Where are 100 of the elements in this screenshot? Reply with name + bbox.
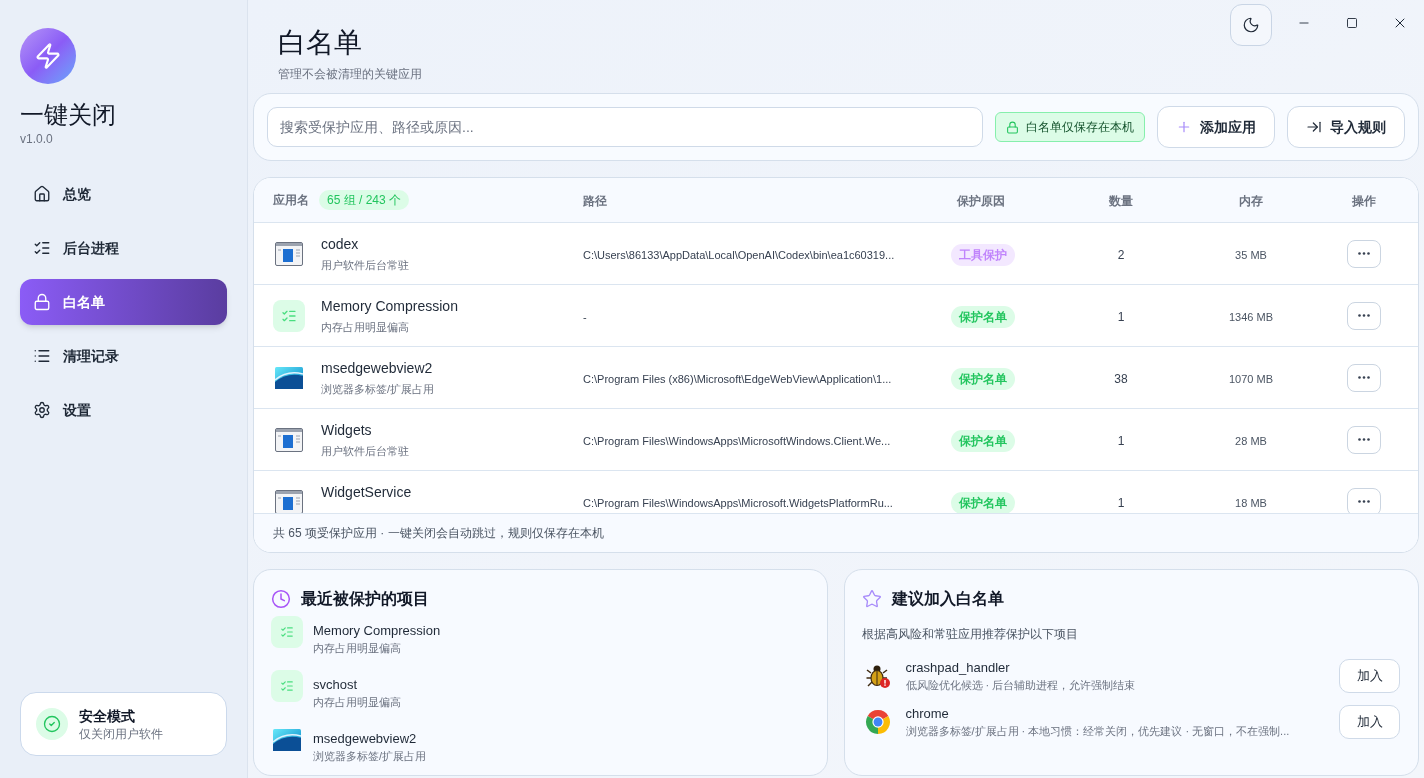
count-text: 1: [1117, 495, 1125, 510]
search-field[interactable]: 搜索受保护应用、路径或原因...: [267, 107, 983, 147]
column-header: 数量: [1109, 194, 1133, 208]
path-text: C:\Program Files\WindowsApps\MicrosoftWindows.Client.We...: [583, 434, 891, 447]
count-text: 1: [1117, 309, 1125, 324]
protection-tag: 保护名单: [951, 305, 1015, 328]
safe-mode-subtitle: 仅关闭用户软件: [79, 726, 163, 742]
more-icon: [1358, 376, 1370, 379]
app-description: 用户软件后台常驻: [321, 443, 409, 459]
memory-text: 1070 MB: [1229, 372, 1273, 385]
clock-icon: [271, 589, 291, 609]
item-description: 低风险优化候选 · 后台辅助进程，允许强制结束: [905, 678, 1136, 693]
nav-item[interactable]: 设置: [20, 387, 227, 433]
browser-icon: [864, 709, 891, 735]
item-name: svchost: [313, 676, 358, 693]
item-name: chrome: [905, 705, 949, 723]
more-button[interactable]: [1347, 363, 1381, 392]
count-text: 2: [1117, 247, 1125, 262]
moon-icon: [1242, 16, 1260, 34]
import-rules-button[interactable]: 导入规则: [1287, 106, 1405, 148]
lock-icon: [1006, 120, 1019, 134]
memory-text: 35 MB: [1235, 248, 1267, 261]
item-description: 浏览器多标签/扩展占用 · 本地习惯：经常关闭，优先建议 · 无窗口，不在强制...: [905, 724, 1290, 739]
more-icon: [1358, 438, 1370, 441]
more-icon: [1358, 500, 1370, 503]
maximize-icon[interactable]: [1346, 17, 1358, 29]
panel-subtitle: 根据高风险和常驻应用推荐保护以下项目: [861, 627, 1078, 641]
app-title: 一键关闭: [20, 100, 116, 130]
path-text: C:\Program Files\WindowsApps\Microsoft.WidgetsPlatformRu...: [583, 496, 893, 509]
add-app-button[interactable]: 添加应用: [1157, 106, 1275, 148]
item-description: 浏览器多标签/扩展占用: [313, 749, 427, 764]
app-name: WidgetService: [321, 482, 412, 501]
list-icon: [33, 347, 51, 365]
column-header: 应用名: [273, 192, 309, 208]
import-arrow-icon: [1306, 119, 1322, 135]
app-name: Memory Compression: [321, 296, 458, 315]
panel-title: 建议加入白名单: [891, 589, 1004, 609]
checklist-icon: [33, 239, 51, 257]
checklist-icon: [273, 299, 305, 332]
memory-text: 28 MB: [1235, 434, 1267, 447]
home-icon: [33, 185, 51, 203]
count-text: 38: [1114, 371, 1128, 386]
app-name: msedgewebview2: [321, 358, 433, 377]
nav-item[interactable]: 清理记录: [20, 333, 227, 379]
version-text: v1.0.0: [20, 131, 53, 147]
star-icon: [861, 589, 882, 609]
settings-icon: [33, 401, 51, 419]
add-to-whitelist-button[interactable]: 加入: [1339, 659, 1400, 693]
table-footer-text: 共 65 项受保护应用 · 一键关闭会自动跳过，规则仅保存在本机: [273, 525, 604, 541]
checklist-icon: [271, 670, 303, 702]
app-window-icon: [275, 241, 303, 266]
panel-title: 最近被保护的项目: [301, 589, 429, 609]
plus-icon: [1176, 119, 1192, 135]
more-button[interactable]: [1347, 239, 1381, 268]
wave-icon: [273, 729, 301, 751]
app-name: Widgets: [321, 420, 372, 439]
item-description: 内存占用明显偏高: [313, 641, 401, 656]
item-name: crashpad_handler: [905, 659, 1010, 677]
nav-item[interactable]: 白名单: [20, 279, 227, 325]
bolt-logo-icon: [20, 28, 76, 84]
column-header: 路径: [583, 194, 607, 208]
nav-item[interactable]: 总览: [20, 171, 227, 217]
path-text: -: [583, 310, 587, 323]
app-description: 浏览器多标签/扩展占用: [321, 381, 435, 397]
page-subtitle: 管理不会被清理的关键应用: [278, 66, 422, 82]
theme-toggle-button[interactable]: [1230, 4, 1272, 46]
wave-icon: [275, 366, 303, 389]
more-button[interactable]: [1347, 487, 1381, 513]
item-description: 内存占用明显偏高: [313, 695, 401, 710]
memory-text: 18 MB: [1235, 496, 1267, 509]
more-button[interactable]: [1347, 425, 1381, 454]
safe-mode-title: 安全模式: [79, 707, 136, 726]
protection-tag: 保护名单: [951, 491, 1015, 513]
more-icon: [1358, 314, 1370, 317]
path-text: C:\Program Files (x86)\Microsoft\EdgeWebView\Application\1...: [583, 372, 892, 385]
protection-tag: 工具保护: [951, 243, 1015, 266]
column-header: 操作: [1352, 194, 1376, 208]
app-name: codex: [321, 234, 359, 253]
protection-tag: 保护名单: [951, 429, 1015, 452]
bug-icon: [864, 663, 891, 689]
count-text: 1: [1117, 433, 1125, 448]
app-window-icon: [275, 427, 303, 452]
app-description: 用户软件后台常驻: [321, 257, 409, 273]
checklist-icon: [271, 616, 303, 648]
memory-text: 1346 MB: [1229, 310, 1273, 323]
protection-tag: 保护名单: [951, 367, 1015, 390]
app-description: 内存占用明显偏高: [321, 319, 409, 335]
item-name: Memory Compression: [313, 622, 441, 639]
path-text: C:\Users\86133\AppData\Local\OpenAI\Codex\bin\ea1c60319...: [583, 248, 895, 261]
column-header: 保护原因: [957, 194, 1005, 208]
add-to-whitelist-button[interactable]: 加入: [1339, 705, 1400, 739]
group-count-badge: 65 组 / 243 个: [319, 190, 410, 210]
more-button[interactable]: [1347, 301, 1381, 330]
lock-icon: [33, 293, 51, 311]
nav-item[interactable]: 后台进程: [20, 225, 227, 271]
local-storage-label: 白名单仅保存在本机: [1026, 119, 1134, 135]
item-name: msedgewebview2: [313, 730, 417, 747]
column-header: 内存: [1239, 194, 1263, 208]
page-title: 白名单: [278, 26, 362, 60]
more-icon: [1358, 252, 1370, 255]
